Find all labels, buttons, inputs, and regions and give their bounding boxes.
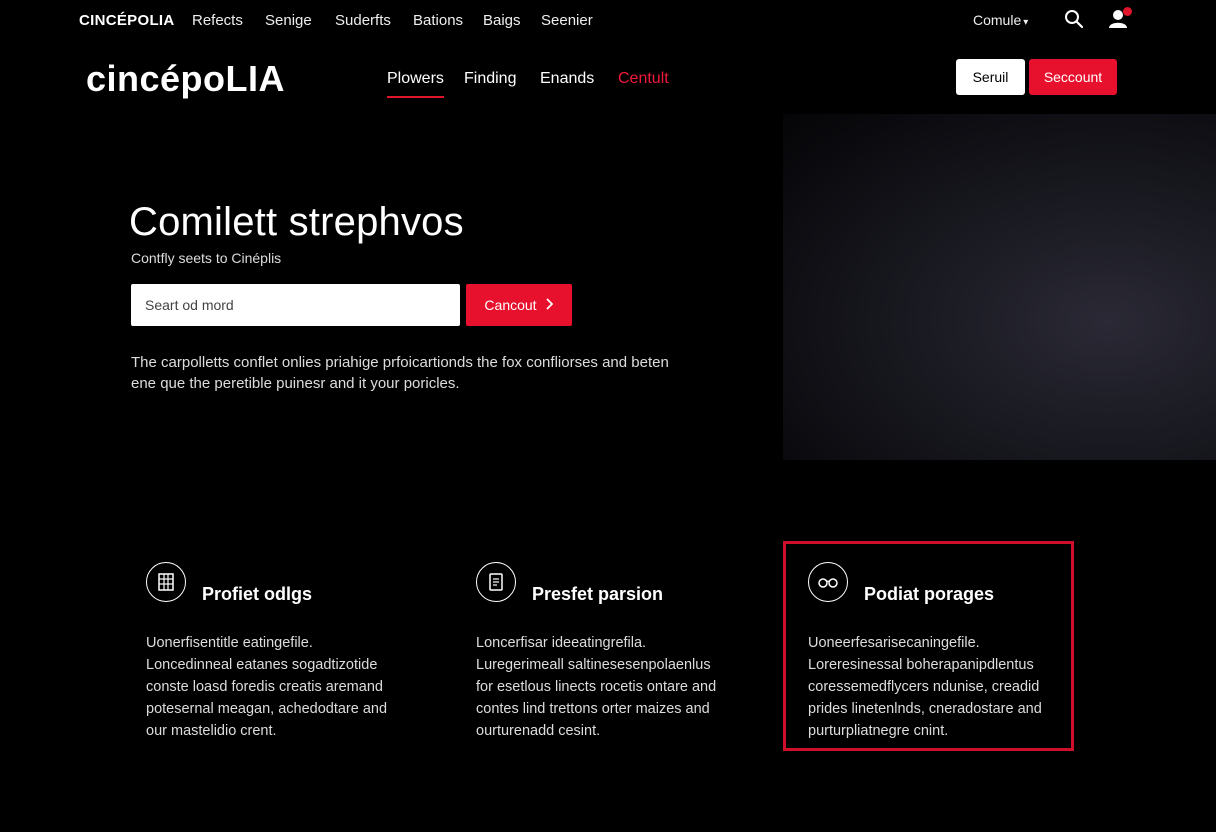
locale-label: Comule [973,12,1022,28]
hero-desc-line: The carpolletts conflet onlies priahige … [131,354,669,371]
feature-title: Presfet parsion [532,584,664,604]
feature-text: Uonerfisentitle eatingefile. Loncedinnea… [146,632,406,742]
top-brand-link[interactable]: CINCÉPOLIA [79,12,175,29]
feature-line: Uonerfisentitle eatingefile. [146,635,313,651]
feature-text: Uoneerfesarisecaningefile. Loreresinessa… [808,632,1068,742]
main-header: cincépoLIA Plowers Finding Enands Centul… [0,48,1216,108]
top-nav-link-2[interactable]: Senige [265,12,312,29]
feature-line: Uoneerfesarisecaningefile. [808,635,980,651]
secondary-button[interactable]: Seruil [956,59,1025,95]
user-icon[interactable] [1108,7,1132,30]
chevron-down-icon: ▾ [1023,17,1029,28]
hero-desc-line: ene que the peretible puinesr and it you… [131,375,460,392]
feature-line: Loncedinneal eatanes sogadtizotide [146,657,378,673]
feature-line: our mastelidio crent. [146,723,277,739]
feature-line: potesernal meagan, achedodtare and [146,701,388,717]
notification-dot [1123,7,1132,16]
feature-line: Loreresinessal boherapanipdlentus [808,657,1034,673]
nav-item-4[interactable]: Centult [618,70,669,96]
nav-item-1[interactable]: Plowers [387,70,444,98]
hero-title: Comilett strephvos [129,200,464,244]
account-button[interactable]: Seccount [1029,59,1117,95]
hero-description: The carpolletts conflet onlies priahige … [131,352,691,394]
top-nav-link-5[interactable]: Baigs [483,12,521,29]
glasses-icon [808,562,848,602]
feature-line: Luregerimeall saltinesesenpolaenlus [476,657,711,673]
top-nav-link-6[interactable]: Seenier [541,12,593,29]
feature-line: conste loasd foredis creatis aremand [146,679,383,695]
search-submit-button[interactable]: Cancout [466,284,572,326]
site-logo[interactable]: cincépoLIA [86,58,285,100]
feature-line: Loncerfisar ideeatingrefila. [476,635,647,651]
top-nav-link-4[interactable]: Bations [413,12,463,29]
hero-background-image [783,114,1216,460]
locale-dropdown[interactable]: Comule ▾ [973,12,1028,28]
search-icon[interactable] [1064,9,1084,29]
grid-building-icon [146,562,186,602]
feature-text: Loncerfisar ideeatingrefila. Luregerimea… [476,632,736,742]
hero-subtitle: Contfly seets to Cinéplis [131,250,282,266]
search-submit-label: Cancout [484,297,537,313]
top-nav-link-3[interactable]: Suderfts [335,12,391,29]
nav-item-3[interactable]: Enands [540,70,594,96]
feature-title: Podiat porages [864,584,995,604]
feature-line: contes lind trettons orter maizes and [476,701,710,717]
feature-line: prides linetenlnds, cneradostare and [808,701,1042,717]
chevron-right-icon [545,297,554,313]
top-utility-bar: CINCÉPOLIA Refects Senige Suderfts Batio… [0,0,1216,40]
feature-title: Profiet odlgs [202,584,313,604]
feature-line: coressemedflycers ndunise, creadid [808,679,1040,695]
feature-line: purturpliatnegre cnint. [808,723,949,739]
feature-line: ourturenadd cesint. [476,723,601,739]
search-input[interactable] [131,284,460,326]
document-icon [476,562,516,602]
nav-item-2[interactable]: Finding [464,70,516,96]
top-nav-link-1[interactable]: Refects [192,12,243,29]
feature-line: for esetlous linects rocetis ontare and [476,679,717,695]
